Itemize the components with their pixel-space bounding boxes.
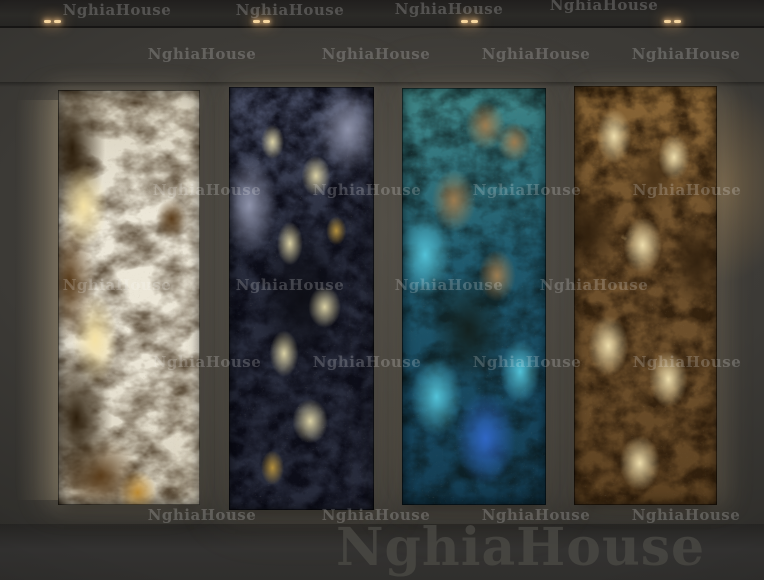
grain-layer [229, 87, 374, 510]
light-dot [253, 20, 260, 23]
grain-layer [574, 86, 717, 505]
light-dot [674, 20, 681, 23]
stone-slab-brown-gold-granite [574, 86, 717, 505]
ceiling-light [44, 20, 61, 23]
light-dot [664, 20, 671, 23]
grain-layer [402, 88, 546, 505]
light-dot [461, 20, 468, 23]
light-dot [54, 20, 61, 23]
grain-layer [58, 90, 200, 505]
stone-slab-white-gold [58, 90, 200, 505]
ceiling-light [253, 20, 270, 23]
ceiling [0, 0, 764, 28]
stone-texture [58, 90, 200, 505]
light-spill [16, 100, 62, 500]
stone-slab-labradorite [402, 88, 546, 505]
light-dot [44, 20, 51, 23]
stone-slab-blue-gold-granite [229, 87, 374, 510]
floor [0, 524, 764, 580]
stone-texture [402, 88, 546, 505]
stone-showroom-scene: NghiaHouseNghiaHouseNghiaHouseNghiaHouse… [0, 0, 764, 580]
light-dot [471, 20, 478, 23]
light-dot [263, 20, 270, 23]
stone-texture [574, 86, 717, 505]
ceiling-light [461, 20, 478, 23]
stone-texture [229, 87, 374, 510]
ceiling-light [664, 20, 681, 23]
